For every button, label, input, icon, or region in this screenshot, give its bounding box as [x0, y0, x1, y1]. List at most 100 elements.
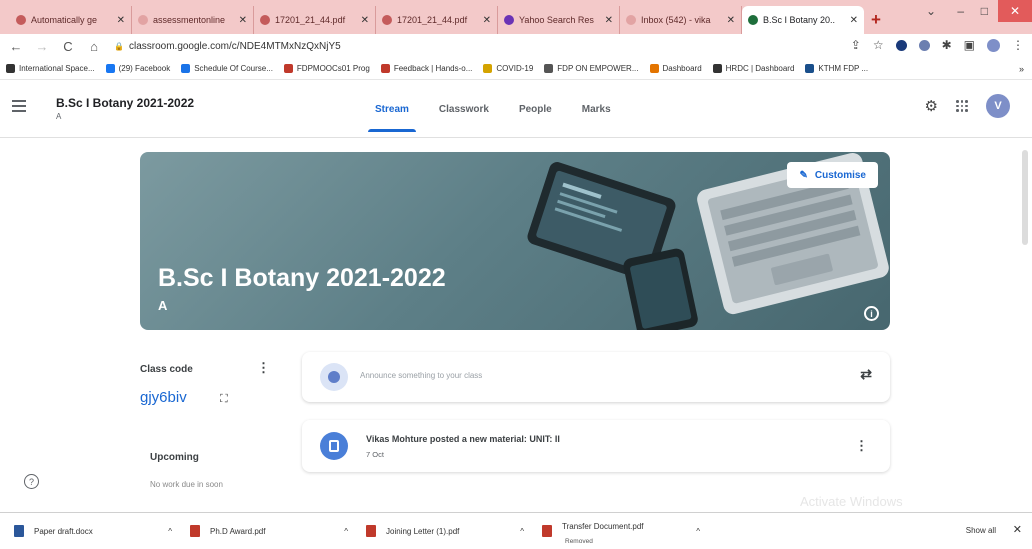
- bookmark-favicon-icon: [544, 64, 554, 73]
- bookmark-item[interactable]: FDPMOOCs01 Prog: [283, 64, 370, 73]
- bookmark-favicon-icon: [283, 64, 293, 73]
- chevron-up-icon[interactable]: ^: [696, 527, 700, 536]
- download-item[interactable]: Joining Letter (1).pdf ^: [352, 525, 528, 537]
- settings-gear-icon[interactable]: ⚙: [925, 97, 938, 115]
- help-icon[interactable]: ?: [24, 474, 39, 489]
- browser-tab[interactable]: assessmentonline ✕: [132, 6, 254, 34]
- share-icon[interactable]: ⇪: [851, 38, 861, 52]
- tab-close-icon[interactable]: ✕: [117, 15, 125, 26]
- extensions-puzzle-icon[interactable]: ✱: [942, 38, 952, 52]
- account-avatar[interactable]: V: [986, 94, 1010, 118]
- bookmark-favicon-icon: [483, 64, 493, 73]
- download-item[interactable]: Transfer Document.pdf Removed ^: [528, 521, 704, 545]
- tab-close-icon[interactable]: ✕: [850, 15, 858, 26]
- chevron-up-icon[interactable]: ^: [520, 527, 524, 536]
- window-close-button[interactable]: ✕: [998, 0, 1032, 22]
- minimize-icon[interactable]: –: [957, 4, 964, 18]
- bookmark-favicon-icon: [805, 64, 815, 73]
- repost-icon[interactable]: ⇄: [860, 366, 872, 383]
- bookmark-item[interactable]: HRDC | Dashboard: [712, 64, 794, 73]
- post-title: Vikas Mohture posted a new material: UNI…: [366, 434, 560, 444]
- bookmark-label: FDP ON EMPOWER...: [557, 64, 639, 73]
- bookmark-item[interactable]: Schedule Of Course...: [181, 64, 273, 73]
- tab-title: B.Sc I Botany 20..: [763, 15, 836, 25]
- new-tab-button[interactable]: +: [864, 6, 888, 34]
- main-menu-icon[interactable]: [12, 100, 26, 112]
- bookmark-item[interactable]: COVID-19: [483, 64, 533, 73]
- bookmark-label: KTHM FDP ...: [818, 64, 869, 73]
- activate-windows-watermark: Activate Windows: [800, 494, 903, 509]
- show-all-downloads-button[interactable]: Show all: [966, 526, 996, 535]
- tab-stream[interactable]: Stream: [360, 80, 424, 138]
- tab-close-icon[interactable]: ✕: [727, 15, 735, 26]
- download-filename: Transfer Document.pdf: [562, 521, 644, 531]
- reload-icon[interactable]: C: [58, 39, 78, 54]
- download-item[interactable]: Ph.D Award.pdf ^: [176, 525, 352, 537]
- bookmark-label: International Space...: [19, 64, 95, 73]
- class-code-value: gjy6biv: [140, 389, 187, 406]
- tab-close-icon[interactable]: ✕: [605, 15, 613, 26]
- browser-tab[interactable]: 17201_21_44.pdf ✕: [254, 6, 376, 34]
- fullscreen-expand-icon[interactable]: ⛶: [220, 393, 228, 406]
- stream-post[interactable]: Vikas Mohture posted a new material: UNI…: [302, 420, 890, 472]
- google-apps-icon[interactable]: [956, 100, 968, 112]
- tab-favicon-icon: [260, 15, 270, 25]
- home-icon[interactable]: ⌂: [84, 39, 104, 54]
- more-bookmarks-icon[interactable]: »: [1019, 64, 1024, 74]
- class-section: A: [56, 112, 62, 121]
- browser-tab-active[interactable]: B.Sc I Botany 20.. ✕: [742, 6, 864, 34]
- pdf-file-icon: [366, 525, 376, 537]
- back-arrow-icon[interactable]: ←: [6, 39, 26, 54]
- tab-people[interactable]: People: [504, 80, 567, 138]
- browser-tab[interactable]: Automatically ge ✕: [10, 6, 132, 34]
- side-panel-icon[interactable]: ▣: [964, 38, 975, 52]
- tab-marks[interactable]: Marks: [567, 80, 626, 138]
- close-downloads-icon[interactable]: ✕: [1013, 523, 1022, 536]
- announce-box[interactable]: Announce something to your class ⇄: [302, 352, 890, 402]
- announce-placeholder: Announce something to your class: [360, 371, 483, 380]
- maximize-icon[interactable]: □: [981, 4, 988, 18]
- pdf-file-icon: [542, 525, 552, 537]
- downloads-bar: Paper draft.docx ^ Ph.D Award.pdf ^ Join…: [0, 512, 1032, 549]
- profile-avatar-icon[interactable]: [987, 38, 1000, 52]
- pdf-file-icon: [190, 525, 200, 537]
- forward-arrow-icon[interactable]: →: [32, 39, 52, 54]
- class-code-more-icon[interactable]: ⋮: [257, 360, 270, 376]
- tab-title: Inbox (542) - vika: [641, 15, 711, 25]
- chevron-up-icon[interactable]: ^: [168, 527, 172, 536]
- tab-close-icon[interactable]: ✕: [483, 15, 491, 26]
- upcoming-title: Upcoming: [150, 452, 199, 463]
- browser-tab[interactable]: Inbox (542) - vika ✕: [620, 6, 742, 34]
- bookmark-item[interactable]: Dashboard: [649, 64, 702, 73]
- bookmark-favicon-icon: [6, 64, 15, 73]
- extension-icon[interactable]: [918, 39, 930, 51]
- post-more-icon[interactable]: ⋮: [855, 438, 868, 454]
- classroom-header: B.Sc I Botany 2021-2022 A Stream Classwo…: [0, 80, 1032, 138]
- class-info-icon[interactable]: i: [864, 306, 879, 321]
- scrollbar-thumb[interactable]: [1022, 150, 1028, 245]
- extension-icon[interactable]: [895, 39, 907, 51]
- class-title[interactable]: B.Sc I Botany 2021-2022: [56, 96, 194, 110]
- address-bar[interactable]: 🔒 classroom.google.com/c/NDE4MTMxNzQxNjY…: [114, 41, 341, 52]
- tab-classwork[interactable]: Classwork: [424, 80, 504, 138]
- bookmark-item[interactable]: International Space...: [6, 64, 95, 73]
- bookmark-star-icon[interactable]: ☆: [873, 38, 884, 52]
- tab-close-icon[interactable]: ✕: [239, 15, 247, 26]
- bookmark-item[interactable]: (29) Facebook: [105, 64, 170, 73]
- bookmark-item[interactable]: Feedback | Hands-o...: [380, 64, 472, 73]
- bookmark-item[interactable]: KTHM FDP ...: [805, 64, 868, 73]
- download-filename: Paper draft.docx: [34, 526, 93, 536]
- browser-tab[interactable]: 17201_21_44.pdf ✕: [376, 6, 498, 34]
- tab-favicon-icon: [626, 15, 636, 25]
- tab-search-chevron-icon[interactable]: ⌄: [926, 4, 936, 18]
- customise-button[interactable]: ✎ Customise: [787, 162, 878, 188]
- browser-tab[interactable]: Yahoo Search Res ✕: [498, 6, 620, 34]
- banner-section: A: [158, 298, 168, 313]
- browser-toolbar: ← → C ⌂ 🔒 classroom.google.com/c/NDE4MTM…: [0, 34, 1032, 58]
- tab-close-icon[interactable]: ✕: [361, 15, 369, 26]
- tab-favicon-icon: [16, 15, 26, 25]
- chevron-up-icon[interactable]: ^: [344, 527, 348, 536]
- bookmark-item[interactable]: FDP ON EMPOWER...: [544, 64, 639, 73]
- download-item[interactable]: Paper draft.docx ^: [0, 525, 176, 537]
- browser-menu-icon[interactable]: ⋮: [1012, 38, 1024, 52]
